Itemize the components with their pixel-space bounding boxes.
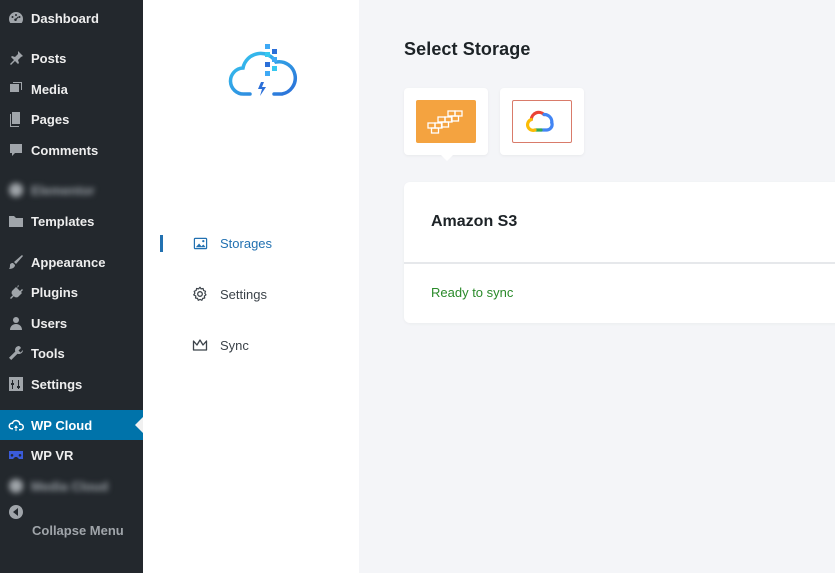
vr-headset-icon [8,447,24,463]
brush-icon [8,254,24,270]
menu-item-wp-cloud[interactable]: WP Cloud [0,410,143,440]
nav-active-indicator [160,235,163,252]
menu-item-media-cloud[interactable]: Media Cloud [0,471,143,501]
active-indicator [135,417,143,433]
wp-cloud-logo [228,38,298,100]
menu-item-templates[interactable]: Templates [0,206,143,236]
menu-label: Appearance [31,254,106,270]
plug-icon [8,284,24,300]
storage-name: Amazon S3 [404,182,835,264]
menu-label: WP VR [31,447,74,463]
menu-item-wp-vr[interactable]: WP VR [0,440,143,470]
provider-card-amazon-s3[interactable] [404,88,488,161]
page-title: Select Storage [404,39,531,59]
user-icon [8,315,24,331]
menu-label: WP Cloud [31,417,93,433]
pages-icon [8,111,24,127]
settings-sliders-icon [8,376,24,392]
pin-icon [8,50,24,66]
menu-label: Elementor [31,182,95,198]
nav-label: Sync [220,337,249,353]
folder-icon [8,213,24,229]
menu-item-comments[interactable]: Comments [0,135,143,165]
menu-item-dashboard[interactable]: Dashboard [0,3,143,33]
nav-item-sync[interactable]: Sync [143,330,359,360]
menu-label: Posts [31,50,67,66]
dashboard-icon [8,10,24,26]
menu-item-tools[interactable]: Tools [0,338,143,368]
menu-item-settings[interactable]: Settings [0,369,143,399]
nav-label: Storages [220,235,273,251]
media-icon [8,81,24,97]
provider-card-google-cloud[interactable] [500,88,584,155]
menu-label: Dashboard [31,10,99,26]
comment-icon [8,142,24,158]
nav-item-settings[interactable]: Settings [143,279,359,309]
main-content: Select Storage Amazon S3 Ready to sync [359,0,835,573]
storage-detail-card: Amazon S3 Ready to sync [404,182,835,323]
menu-item-plugins[interactable]: Plugins [0,277,143,307]
cloud-sync-icon [8,417,24,433]
plugin-nav-panel: Storages Settings Sync [143,0,359,573]
media-cloud-icon [8,478,24,494]
menu-label: Pages [31,111,70,127]
google-cloud-logo-icon [512,100,572,143]
crown-icon [192,337,208,353]
selected-caret [441,155,453,161]
collapse-label: Collapse Menu [32,523,124,538]
collapse-menu-button[interactable]: Collapse Menu [0,504,143,538]
nav-item-storages[interactable]: Storages [143,228,359,258]
menu-item-posts[interactable]: Posts [0,43,143,73]
wp-admin-sidebar: Dashboard Posts Media Pages Comments Ele… [0,0,143,573]
menu-item-appearance[interactable]: Appearance [0,247,143,277]
gear-icon [192,286,208,302]
aws-logo-icon [416,100,476,143]
nav-label: Settings [220,286,267,302]
menu-label: Comments [31,142,99,158]
sync-status: Ready to sync [431,285,514,300]
menu-item-users[interactable]: Users [0,308,143,338]
wrench-icon [8,345,24,361]
image-icon [192,235,208,251]
collapse-arrow-icon [8,504,24,520]
elementor-icon [8,182,24,198]
menu-label: Media [31,81,68,97]
menu-item-elementor[interactable]: Elementor [0,175,143,205]
menu-label: Media Cloud [31,478,109,494]
menu-label: Users [31,315,68,331]
menu-label: Tools [31,345,65,361]
menu-label: Plugins [31,284,78,300]
menu-item-pages[interactable]: Pages [0,104,143,134]
menu-item-media[interactable]: Media [0,74,143,104]
menu-label: Settings [31,376,83,392]
menu-label: Templates [31,213,95,229]
